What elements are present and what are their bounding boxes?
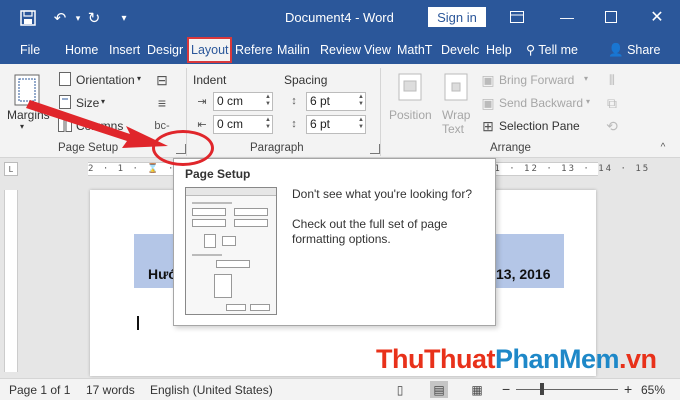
zoom-out-button[interactable]: − bbox=[502, 381, 510, 397]
word-count[interactable]: 17 words bbox=[86, 383, 135, 397]
read-mode-icon[interactable]: ▯ bbox=[391, 381, 409, 398]
print-layout-icon[interactable]: ▤ bbox=[430, 381, 448, 398]
status-bar: Page 1 of 1 17 words English (United Sta… bbox=[0, 378, 680, 400]
watermark-logo: ThuThuatPhanMem.vn bbox=[376, 344, 657, 375]
annotation-ellipse bbox=[152, 130, 214, 166]
zoom-slider-thumb[interactable] bbox=[540, 383, 544, 395]
watermark-part-3: .vn bbox=[619, 344, 657, 374]
page-count[interactable]: Page 1 of 1 bbox=[9, 383, 70, 397]
zoom-slider[interactable] bbox=[516, 389, 618, 390]
web-layout-icon[interactable]: ▦ bbox=[468, 381, 486, 398]
watermark-part-2: PhanMem bbox=[494, 344, 620, 374]
annotation-arrow-icon bbox=[26, 100, 168, 148]
zoom-level[interactable]: 65% bbox=[641, 383, 665, 397]
zoom-in-button[interactable]: + bbox=[624, 381, 632, 397]
watermark-part-1: ThuThuat bbox=[376, 344, 495, 374]
language-status[interactable]: English (United States) bbox=[150, 383, 273, 397]
